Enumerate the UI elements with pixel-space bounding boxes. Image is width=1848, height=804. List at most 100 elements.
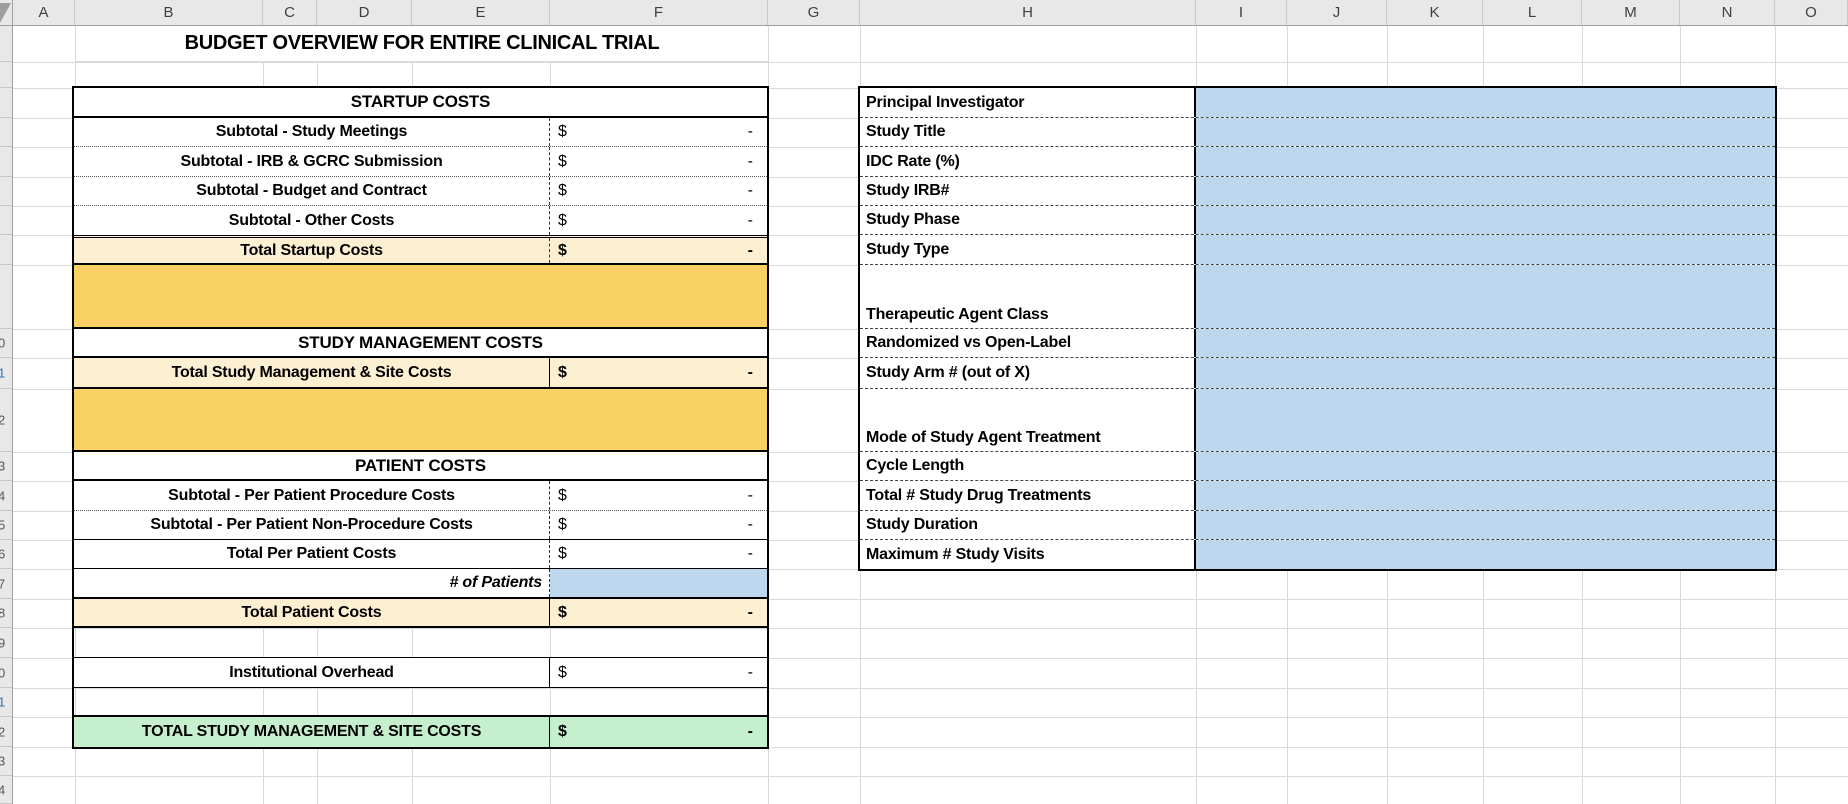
patients-input-cell[interactable]	[550, 569, 767, 597]
column-header-H[interactable]: H	[860, 0, 1196, 25]
amount-cell[interactable]: $-	[550, 118, 767, 146]
input-cell[interactable]	[1196, 206, 1775, 234]
label-cell[interactable]: Total Study Management & Site Costs	[74, 358, 550, 387]
row-header-13[interactable]: 3	[0, 452, 13, 481]
input-cell[interactable]	[1196, 88, 1775, 117]
amount-cell[interactable]: $-	[550, 658, 767, 687]
row-header-20[interactable]: 0	[0, 658, 13, 688]
input-cell[interactable]	[1196, 511, 1775, 539]
row-header-3[interactable]	[0, 88, 13, 118]
empty-row[interactable]	[74, 688, 767, 717]
label-cell[interactable]: Therapeutic Agent Class	[860, 265, 1196, 328]
row-header-24[interactable]: 4	[0, 776, 13, 804]
column-header-D[interactable]: D	[317, 0, 412, 25]
column-header-C[interactable]: C	[263, 0, 317, 25]
column-header-J[interactable]: J	[1287, 0, 1387, 25]
row-header-11[interactable]: 1	[0, 358, 13, 389]
label-cell[interactable]: Study Type	[860, 235, 1196, 264]
input-cell[interactable]	[1196, 147, 1775, 176]
label-cell[interactable]: Randomized vs Open-Label	[860, 329, 1196, 357]
label-cell[interactable]: Total # Study Drug Treatments	[860, 481, 1196, 510]
input-cell[interactable]	[1196, 118, 1775, 146]
row-header-12[interactable]: 2	[0, 389, 13, 452]
input-cell[interactable]	[1196, 358, 1775, 388]
row-header-18[interactable]: 8	[0, 599, 13, 628]
row-header-16[interactable]: 6	[0, 540, 13, 569]
section-header-patient-costs[interactable]: PATIENT COSTS	[74, 452, 767, 481]
input-cell[interactable]	[1196, 235, 1775, 264]
label-cell[interactable]: Subtotal - Per Patient Procedure Costs	[74, 481, 550, 510]
label-cell[interactable]: # of Patients	[74, 569, 550, 597]
input-cell[interactable]	[1196, 389, 1775, 451]
input-cell[interactable]	[1196, 540, 1775, 569]
column-header-O[interactable]: O	[1775, 0, 1848, 25]
row-header-17[interactable]: 7	[0, 569, 13, 599]
label-cell[interactable]: TOTAL STUDY MANAGEMENT & SITE COSTS	[74, 717, 550, 747]
divider-band[interactable]	[74, 265, 767, 329]
section-header-study-management-costs[interactable]: STUDY MANAGEMENT COSTS	[74, 329, 767, 358]
select-all-corner[interactable]	[0, 0, 13, 26]
row-header-6[interactable]	[0, 177, 13, 206]
row-header-14[interactable]: 4	[0, 481, 13, 511]
label-cell[interactable]: Principal Investigator	[860, 88, 1196, 117]
row-header-5[interactable]	[0, 147, 13, 177]
label-cell[interactable]: Subtotal - Budget and Contract	[74, 177, 550, 205]
amount-cell[interactable]: $-	[550, 177, 767, 205]
input-cell[interactable]	[1196, 177, 1775, 205]
input-cell[interactable]	[1196, 452, 1775, 480]
label-cell[interactable]: Maximum # Study Visits	[860, 540, 1196, 569]
empty-row[interactable]	[74, 628, 767, 658]
row-header-8[interactable]	[0, 235, 13, 265]
label-cell[interactable]: Subtotal - IRB & GCRC Submission	[74, 147, 550, 176]
input-cell[interactable]	[1196, 481, 1775, 510]
row-header-7[interactable]	[0, 206, 13, 235]
label-cell[interactable]: Study Duration	[860, 511, 1196, 539]
label-cell[interactable]: Cycle Length	[860, 452, 1196, 480]
row-header-19[interactable]: 9	[0, 628, 13, 658]
row-header-10[interactable]: 0	[0, 329, 13, 358]
label-cell[interactable]: Total Per Patient Costs	[74, 540, 550, 568]
amount-cell[interactable]: $-	[550, 147, 767, 176]
column-header-L[interactable]: L	[1483, 0, 1582, 25]
label-cell[interactable]: Institutional Overhead	[74, 658, 550, 687]
column-header-F[interactable]: F	[550, 0, 768, 25]
amount-cell[interactable]: $-	[550, 238, 767, 263]
row-header-2[interactable]	[0, 62, 13, 88]
input-cell[interactable]	[1196, 329, 1775, 357]
column-header-G[interactable]: G	[768, 0, 860, 25]
input-cell[interactable]	[1196, 265, 1775, 328]
label-cell[interactable]: Total Startup Costs	[74, 238, 550, 263]
row-header-15[interactable]: 5	[0, 511, 13, 540]
column-header-M[interactable]: M	[1582, 0, 1680, 25]
row-header-22[interactable]: 2	[0, 717, 13, 747]
label-cell[interactable]: Mode of Study Agent Treatment	[860, 389, 1196, 451]
label-cell[interactable]: Study IRB#	[860, 177, 1196, 205]
label-cell[interactable]: Subtotal - Per Patient Non-Procedure Cos…	[74, 511, 550, 539]
column-header-I[interactable]: I	[1196, 0, 1287, 25]
column-header-E[interactable]: E	[412, 0, 550, 25]
sheet-title-cell[interactable]: BUDGET OVERVIEW FOR ENTIRE CLINICAL TRIA…	[76, 26, 768, 62]
column-header-A[interactable]: A	[13, 0, 75, 25]
amount-cell[interactable]: $-	[550, 540, 767, 568]
label-cell[interactable]: Total Patient Costs	[74, 599, 550, 626]
label-cell[interactable]: Subtotal - Study Meetings	[74, 118, 550, 146]
amount-cell[interactable]: $-	[550, 599, 767, 626]
label-cell[interactable]: Study Title	[860, 118, 1196, 146]
section-header-startup-costs[interactable]: STARTUP COSTS	[74, 88, 767, 118]
amount-cell[interactable]: $-	[550, 717, 767, 747]
label-cell[interactable]: Study Phase	[860, 206, 1196, 234]
row-header-21[interactable]: 1	[0, 688, 13, 717]
label-cell[interactable]: Study Arm # (out of X)	[860, 358, 1196, 388]
row-header-9[interactable]	[0, 265, 13, 329]
amount-cell[interactable]: $-	[550, 481, 767, 510]
column-header-N[interactable]: N	[1680, 0, 1775, 25]
row-header-4[interactable]	[0, 118, 13, 147]
row-header-23[interactable]: 3	[0, 747, 13, 776]
column-header-K[interactable]: K	[1387, 0, 1483, 25]
amount-cell[interactable]: $-	[550, 511, 767, 539]
amount-cell[interactable]: $-	[550, 358, 767, 387]
row-header-1[interactable]	[0, 26, 13, 62]
divider-band[interactable]	[74, 389, 767, 452]
column-header-B[interactable]: B	[75, 0, 263, 25]
amount-cell[interactable]: $-	[550, 206, 767, 235]
